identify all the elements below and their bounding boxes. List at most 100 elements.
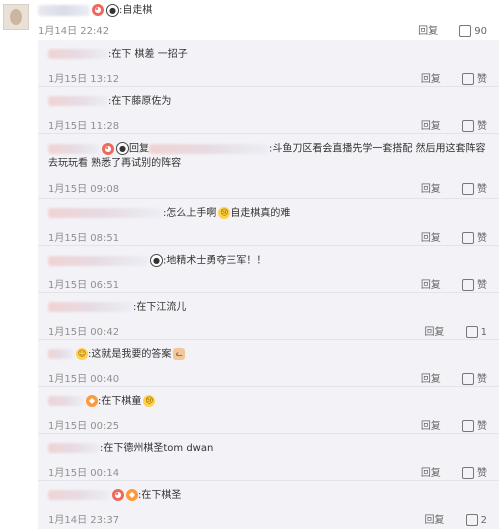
reply-text-line: ●:地精术士勇夺三军！！	[48, 254, 491, 269]
user-name[interactable]	[48, 396, 84, 406]
reply-list: :在下 棋差 一招子 1月15日 13:12 回复 赞 :在下藤原佐为 1月15…	[38, 40, 499, 529]
comment-date: 1月14日 22:42	[38, 26, 110, 37]
reply-button[interactable]: 回复	[424, 511, 444, 526]
like-label: 赞	[477, 74, 487, 85]
reply-date: 1月14日 23:37	[48, 515, 120, 526]
reply-text: :在下 棋差 一招子	[108, 49, 188, 60]
user-name[interactable]	[48, 208, 163, 218]
reply-date: 1月15日 00:42	[48, 327, 120, 338]
thumb-up-icon	[459, 25, 472, 37]
reply-text-line: ◆:在下棋童 😢	[48, 395, 491, 409]
user-name[interactable]	[48, 302, 133, 312]
like-label: 赞	[477, 468, 487, 479]
thumb-up-icon	[465, 326, 478, 338]
thumb-up-icon	[465, 514, 478, 526]
reply-date: 1月15日 00:25	[48, 421, 120, 432]
like-label: 赞	[477, 184, 487, 195]
like-button[interactable]: 赞	[462, 70, 487, 85]
list-item: :在下藤原佐为 1月15日 11:28 回复 赞	[38, 87, 499, 134]
reply-button[interactable]: 回复	[424, 323, 444, 338]
reply-button[interactable]: 回复	[421, 70, 441, 85]
reply-actions: 回复 赞	[421, 276, 487, 291]
thumb-up-icon	[462, 183, 474, 195]
reply-text: :在下棋童	[98, 396, 142, 407]
reply-text-line: ☺:这就是我要的答案 ᓚ	[48, 348, 491, 362]
reply-actions: 回复 1	[424, 323, 487, 338]
reply-date: 1月15日 11:28	[48, 121, 120, 132]
reply-actions: 回复 赞	[421, 370, 487, 385]
reply-date: 1月15日 13:12	[48, 74, 120, 85]
panda-emoji-icon: ●	[116, 142, 129, 155]
user-name[interactable]	[48, 255, 148, 266]
reply-actions: 回复 赞	[421, 117, 487, 132]
thumb-up-icon	[462, 420, 474, 432]
list-item: ●:地精术士勇夺三军！！ 1月15日 06:51 回复 赞	[38, 246, 499, 293]
user-name[interactable]	[48, 349, 74, 359]
crying-emoji-icon: 😢	[218, 207, 231, 219]
like-count: 1	[480, 327, 487, 338]
reply-button[interactable]: 回复	[418, 22, 438, 37]
reply-text-line: :在下德州棋圣tom dwan	[48, 442, 491, 456]
like-button[interactable]: 1	[465, 326, 487, 338]
reply-text: :在下藤原佐为	[108, 96, 172, 107]
reply-text-line: ◕ ● 回复:斗鱼刀区看会直播先学一套搭配 然后用这套阵容去玩玩看 熟悉了再试别的阵…	[48, 142, 491, 171]
reply-date: 1月15日 06:51	[48, 280, 120, 291]
comment-thread: ◕ ●:自走棋 1月14日 22:42 回复 90 :在下 棋差 一招子 1月15…	[0, 0, 499, 529]
thumb-up-icon	[462, 120, 474, 132]
reply-button[interactable]: 回复	[421, 464, 441, 479]
like-button[interactable]: 2	[465, 514, 487, 526]
like-button[interactable]: 90	[459, 25, 487, 37]
avatar[interactable]	[3, 4, 29, 30]
like-count: 2	[480, 515, 487, 526]
reply-button[interactable]: 回复	[421, 417, 441, 432]
main-comment-line: ◕ ●:自走棋	[38, 3, 152, 19]
reply-text-line: :在下江流儿	[48, 301, 491, 315]
comment-text: :自走棋	[119, 5, 153, 16]
thumb-up-icon	[462, 373, 474, 385]
reply-button[interactable]: 回复	[421, 117, 441, 132]
like-button[interactable]: 赞	[462, 417, 487, 432]
like-label: 赞	[477, 374, 487, 385]
user-name[interactable]	[48, 49, 108, 59]
crying-emoji-icon: 😢	[143, 395, 156, 407]
user-name[interactable]	[38, 4, 90, 16]
like-label: 赞	[477, 233, 487, 244]
reply-text-line: :在下藤原佐为	[48, 95, 491, 109]
user-name[interactable]	[48, 96, 108, 106]
reply-text: :在下江流儿	[133, 302, 187, 313]
red-face-emoji-icon: ◕	[102, 142, 114, 155]
user-name[interactable]	[48, 443, 100, 453]
reply-text-tail: 自走棋真的难	[230, 208, 291, 219]
reply-button[interactable]: 回复	[421, 180, 441, 195]
reply-button[interactable]: 回复	[421, 370, 441, 385]
reply-text: :在下德州棋圣tom dwan	[100, 443, 214, 454]
panda-emoji-icon: ●	[150, 254, 163, 267]
like-label: 赞	[477, 280, 487, 291]
list-item: ◕ ● 回复:斗鱼刀区看会直播先学一套搭配 然后用这套阵容去玩玩看 熟悉了再试别的阵…	[38, 134, 499, 199]
reply-actions: 回复 赞	[421, 417, 487, 432]
thumb-up-icon	[462, 73, 474, 85]
thumb-up-icon	[462, 467, 474, 479]
list-item: ☺:这就是我要的答案 ᓚ 1月15日 00:40 回复 赞	[38, 340, 499, 387]
red-face-emoji-icon: ◕	[112, 489, 124, 501]
reply-text-line: :怎么上手啊 😢 自走棋真的难	[48, 207, 491, 221]
reply-button[interactable]: 回复	[421, 276, 441, 291]
reply-button[interactable]: 回复	[421, 229, 441, 244]
user-name[interactable]	[48, 490, 110, 500]
mentioned-user-name[interactable]	[149, 143, 269, 154]
reply-text-line: :在下 棋差 一招子	[48, 48, 491, 62]
main-comment: ◕ ●:自走棋 1月14日 22:42 回复 90	[0, 0, 499, 40]
reply-actions: 回复 赞	[421, 464, 487, 479]
like-button[interactable]: 赞	[462, 464, 487, 479]
like-button[interactable]: 赞	[462, 370, 487, 385]
like-button[interactable]: 赞	[462, 276, 487, 291]
reply-text: :地精术士勇夺三军！！	[163, 255, 267, 267]
reply-date: 1月15日 09:08	[48, 184, 120, 195]
comment-actions: 回复 90	[418, 22, 487, 37]
like-button[interactable]: 赞	[462, 229, 487, 244]
like-button[interactable]: 赞	[462, 180, 487, 195]
like-button[interactable]: 赞	[462, 117, 487, 132]
user-name[interactable]	[48, 143, 100, 154]
reply-prefix: 回复	[129, 143, 149, 155]
reply-date: 1月15日 00:14	[48, 468, 120, 479]
